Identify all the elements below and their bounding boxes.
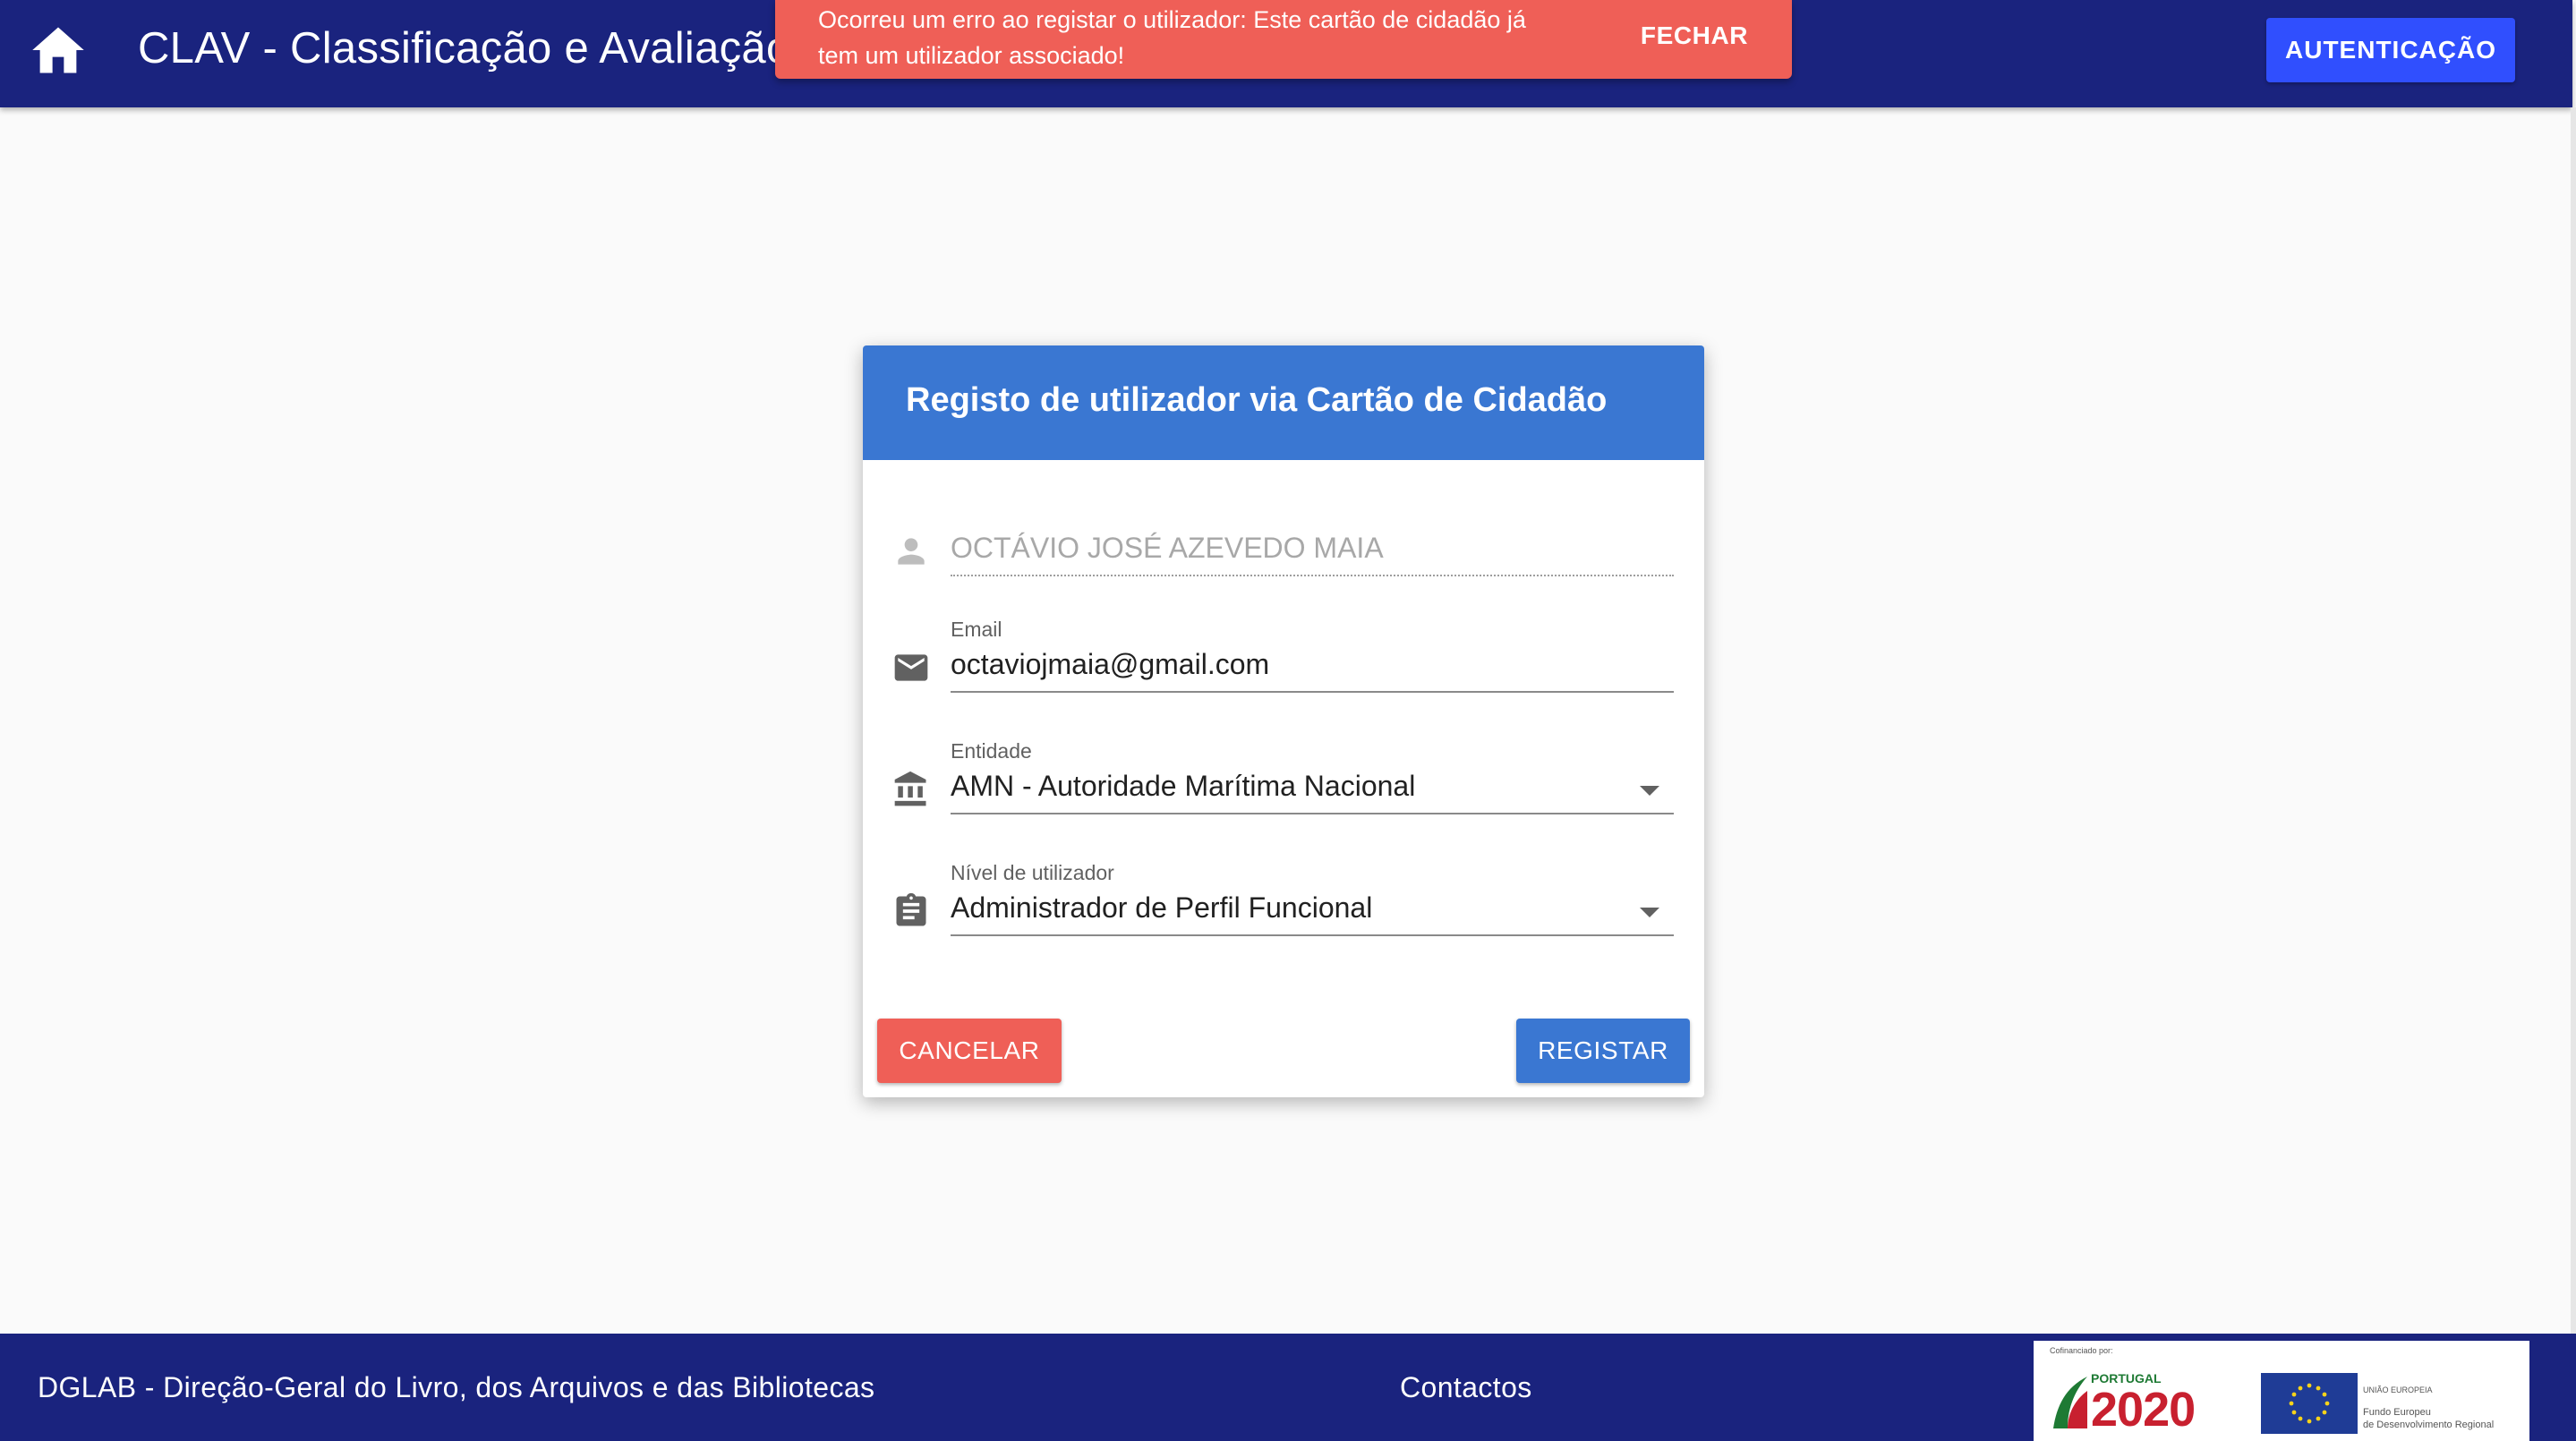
register-button[interactable]: REGISTAR (1516, 1019, 1690, 1083)
email-label: Email (951, 618, 1002, 641)
user-level-value[interactable]: Administrador de Perfil Funcional (951, 891, 1372, 925)
authentication-button[interactable]: AUTENTICAÇÃO (2266, 18, 2515, 82)
name-underline (951, 575, 1674, 576)
entity-value[interactable]: AMN - Autoridade Marítima Nacional (951, 770, 1415, 803)
clipboard-icon (896, 892, 926, 926)
card-header: Registo de utilizador via Cartão de Cida… (863, 345, 1704, 460)
logo-2020: 2020 (2091, 1383, 2196, 1437)
logo-fund-line2: de Desenvolvimento Regional (2363, 1420, 2495, 1430)
user-level-label: Nível de utilizador (951, 861, 1114, 884)
name-value: OCTÁVIO JOSÉ AZEVEDO MAIA (951, 532, 1384, 564)
snackbar-close-button[interactable]: FECHAR (1627, 16, 1761, 55)
entity-label: Entidade (951, 739, 1032, 763)
cancel-button[interactable]: CANCELAR (877, 1019, 1062, 1083)
entity-underline (951, 813, 1674, 814)
registration-card: Registo de utilizador via Cartão de Cida… (863, 345, 1704, 1097)
scrollbar[interactable] (2571, 107, 2576, 1334)
person-icon (898, 538, 925, 565)
app-brand: CLAV (138, 24, 251, 72)
snackbar-message: Ocorreu um erro ao registar o utilizador… (818, 6, 1526, 69)
email-field[interactable]: Email octaviojmaia@gmail.com (863, 618, 1704, 716)
app-title: CLAV - Classificação e Avaliação d (138, 23, 828, 73)
logo-cofinanced: Cofinanciado por: (2050, 1346, 2113, 1355)
logo-eu: UNIÃO EUROPEIA (2363, 1386, 2433, 1394)
home-icon[interactable] (30, 25, 86, 75)
logo-fund-line1: Fundo Europeu (2363, 1407, 2431, 1418)
portugal-2020-logo: Cofinanciado por: PORTUGAL 2020 UNIÃO EU… (2034, 1341, 2529, 1441)
eu-flag-icon (2261, 1373, 2358, 1434)
chevron-down-icon[interactable] (1640, 786, 1659, 796)
user-level-underline (951, 934, 1674, 936)
email-icon (894, 654, 928, 681)
email-underline (951, 691, 1674, 693)
footer-contacts-link[interactable]: Contactos (1400, 1371, 1532, 1404)
portugal-flag-icon (2053, 1377, 2087, 1428)
chevron-down-icon[interactable] (1640, 908, 1659, 917)
error-snackbar: Ocorreu um erro ao registar o utilizador… (775, 0, 1792, 79)
user-level-select[interactable]: Nível de utilizador Administrador de Per… (863, 861, 1704, 959)
email-input[interactable]: octaviojmaia@gmail.com (951, 648, 1269, 681)
footer: DGLAB - Direção-Geral do Livro, dos Arqu… (0, 1334, 2576, 1441)
footer-organization: DGLAB - Direção-Geral do Livro, dos Arqu… (38, 1371, 875, 1403)
institution-icon (894, 771, 926, 806)
entity-select[interactable]: Entidade AMN - Autoridade Marítima Nacio… (863, 739, 1704, 838)
name-field: OCTÁVIO JOSÉ AZEVEDO MAIA (863, 524, 1704, 610)
card-title: Registo de utilizador via Cartão de Cida… (906, 381, 1608, 419)
app-title-text: - Classificação e Avaliação d (250, 24, 829, 72)
